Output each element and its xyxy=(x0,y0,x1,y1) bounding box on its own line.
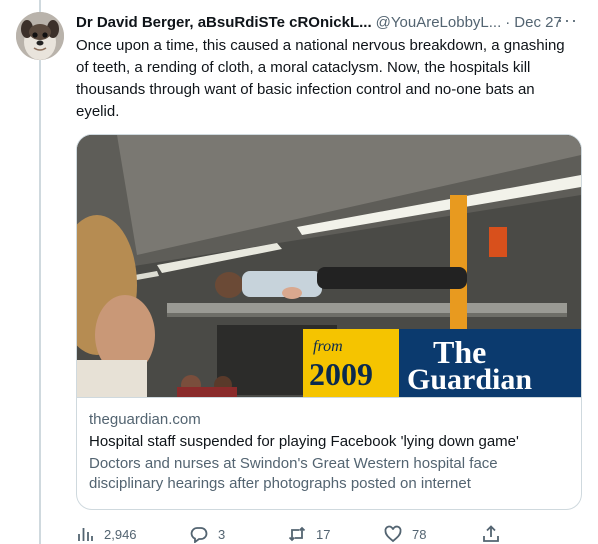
reply-icon xyxy=(190,527,208,543)
analytics-icon xyxy=(78,528,93,541)
display-name[interactable]: Dr David Berger, aBsuRdiSTe cROnickL... xyxy=(76,14,372,31)
retweet-icon xyxy=(288,526,306,542)
more-options-icon[interactable]: ··· xyxy=(557,10,578,31)
tweet-date[interactable]: Dec 27 xyxy=(514,14,562,31)
thread-line xyxy=(39,0,41,544)
card-description: Doctors and nurses at Swindon's Great We… xyxy=(89,455,498,492)
tweet-text: Once upon a time, this caused a national… xyxy=(76,37,565,120)
dog-avatar-icon xyxy=(16,12,64,60)
card-title: Hospital staff suspended for playing Fac… xyxy=(89,433,519,450)
retweet-button[interactable]: 17 xyxy=(288,525,384,543)
avatar[interactable] xyxy=(16,12,64,60)
card-image[interactable]: from 2009 The Guardian xyxy=(77,135,581,397)
views-count: 2,946 xyxy=(104,526,137,542)
views-button[interactable]: 2,946 xyxy=(76,525,190,543)
card-meta[interactable]: theguardian.com Hospital staff suspended… xyxy=(77,397,581,494)
share-button[interactable] xyxy=(482,525,500,543)
reply-count: 3 xyxy=(218,526,226,542)
banner-brand-name: Guardian xyxy=(407,363,532,396)
user-handle[interactable]: @YouAreLobbyL... xyxy=(376,14,502,31)
retweet-count: 17 xyxy=(316,526,331,542)
separator-dot: · xyxy=(505,13,511,31)
action-bar: 2,946 3 17 78 xyxy=(76,524,582,544)
like-count: 78 xyxy=(412,526,427,542)
reply-button[interactable]: 3 xyxy=(190,525,288,543)
card-domain: theguardian.com xyxy=(89,411,201,428)
tweet[interactable]: Dr David Berger, aBsuRdiSTe cROnickL... … xyxy=(76,10,582,544)
share-icon xyxy=(483,525,499,542)
heart-icon xyxy=(384,525,402,543)
tweet-header: Dr David Berger, aBsuRdiSTe cROnickL... … xyxy=(76,12,582,32)
banner-from: from xyxy=(313,338,343,355)
banner-year: 2009 xyxy=(309,356,373,392)
link-card[interactable]: from 2009 The Guardian theguardian.com H… xyxy=(76,134,582,510)
like-button[interactable]: 78 xyxy=(384,525,482,543)
